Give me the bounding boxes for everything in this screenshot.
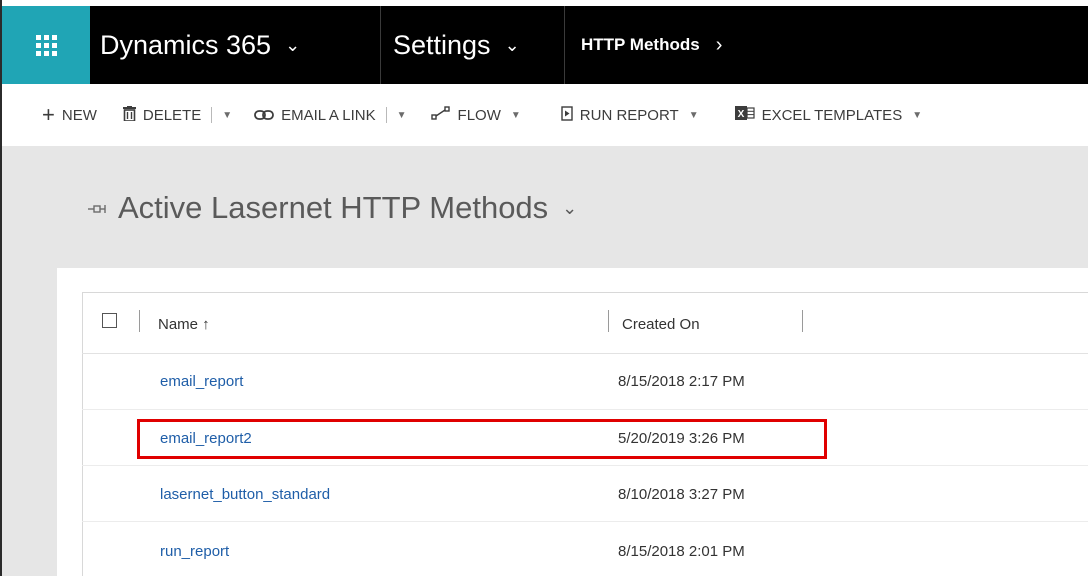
divider [211, 107, 213, 123]
entity-name: HTTP Methods [581, 35, 700, 54]
email-link-button[interactable]: EMAIL A LINK [254, 100, 376, 130]
trash-icon [122, 105, 136, 125]
nav-fade [970, 6, 1088, 84]
view-title: Active Lasernet HTTP Methods [118, 190, 549, 225]
command-bar: + NEW DELETE ▼ EMAIL A LINK ▼ FLOW ▼ RUN… [2, 84, 1088, 146]
chevron-down-icon: ⌄ [562, 197, 578, 218]
chevron-down-icon: ⌄ [504, 34, 520, 55]
chevron-down-icon: ▼ [912, 109, 923, 121]
run-report-button[interactable]: RUN REPORT ▼ [561, 100, 699, 130]
app-window: Dynamics 365 ⌄ Settings ⌄ HTTP Methods ›… [0, 0, 1088, 576]
flow-icon [430, 106, 451, 124]
run-report-label: RUN REPORT [579, 106, 679, 124]
delete-label: DELETE [142, 106, 202, 124]
app-name: Dynamics 365 [100, 29, 272, 60]
report-icon [561, 105, 573, 125]
app-launcher-button[interactable] [2, 6, 90, 84]
waffle-icon [35, 34, 57, 56]
flow-label: FLOW [457, 106, 501, 124]
area-name: Settings [393, 29, 491, 60]
plus-icon: + [42, 102, 55, 127]
record-created-on: 8/15/2018 2:17 PM [618, 373, 745, 390]
svg-text:X: X [737, 109, 744, 120]
column-divider [608, 310, 609, 332]
highlight-box [137, 419, 827, 459]
area-switcher[interactable]: Settings ⌄ [380, 6, 564, 84]
column-divider [139, 310, 140, 332]
record-created-on: 8/10/2018 3:27 PM [618, 486, 745, 503]
excel-templates-button[interactable]: X EXCEL TEMPLATES ▼ [734, 100, 923, 130]
link-icon [254, 107, 275, 124]
top-nav-bar: Dynamics 365 ⌄ Settings ⌄ HTTP Methods › [2, 6, 1088, 84]
chevron-down-icon: ▼ [688, 109, 699, 121]
excel-icon: X [734, 105, 755, 125]
flow-button[interactable]: FLOW ▼ [430, 100, 521, 130]
app-switcher[interactable]: Dynamics 365 ⌄ [90, 6, 380, 84]
email-link-label: EMAIL A LINK [281, 106, 376, 124]
chevron-down-icon: ▼ [396, 109, 407, 121]
chevron-down-icon: ▼ [510, 109, 521, 121]
new-label: NEW [61, 106, 97, 124]
excel-templates-label: EXCEL TEMPLATES [761, 106, 903, 124]
pin-icon [88, 197, 106, 220]
entity-breadcrumb[interactable]: HTTP Methods › [564, 6, 864, 84]
chevron-right-icon: › [715, 33, 723, 56]
record-name-link[interactable]: lasernet_button_standard [160, 486, 330, 503]
view-selector[interactable]: Active Lasernet HTTP Methods ⌄ [88, 190, 577, 226]
column-divider [802, 310, 803, 332]
record-created-on: 8/15/2018 2:01 PM [618, 543, 745, 560]
record-name-link[interactable]: run_report [160, 543, 229, 560]
delete-button[interactable]: DELETE [122, 100, 202, 130]
chevron-down-icon: ▼ [222, 109, 233, 121]
record-name-link[interactable]: email_report [160, 373, 243, 390]
new-button[interactable]: + NEW [42, 100, 97, 130]
column-header-name[interactable]: Name ↑ [158, 316, 210, 333]
grid-header [82, 292, 1088, 354]
delete-dropdown[interactable]: ▼ [222, 100, 232, 130]
select-all-checkbox[interactable] [102, 313, 117, 328]
column-header-created-on[interactable]: Created On [622, 316, 700, 333]
chevron-down-icon: ⌄ [285, 34, 301, 55]
divider [385, 107, 387, 123]
email-link-dropdown[interactable]: ▼ [397, 100, 407, 130]
table-row[interactable] [82, 522, 1088, 576]
